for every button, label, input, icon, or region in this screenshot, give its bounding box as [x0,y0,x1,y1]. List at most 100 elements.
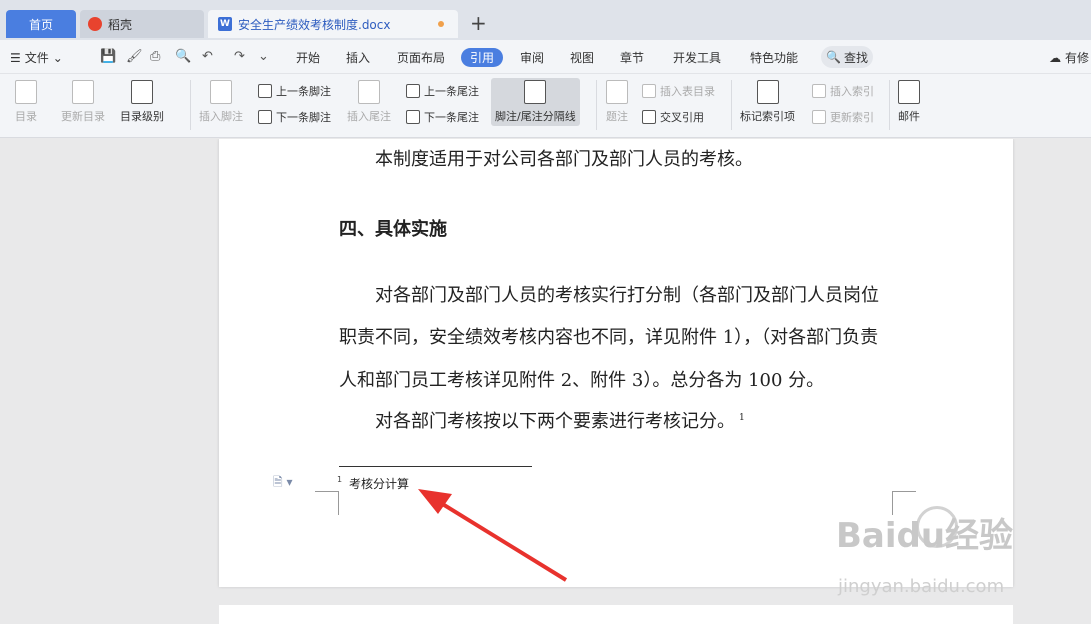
tab-home-label: 首页 [28,17,53,32]
caption-label: 题注 [606,110,628,123]
prev-footnote-button[interactable]: 上一条脚注 [258,83,331,99]
footnote-text[interactable]: 考核分计算 [349,475,409,492]
insert-index-button[interactable]: 插入索引 [812,83,874,99]
insert-endnote-label: 插入尾注 [347,110,391,123]
toc-level-button[interactable]: 目录级别 [120,80,164,124]
cross-reference-icon [642,110,656,124]
unsaved-dot-icon [438,21,444,27]
cross-reference-label: 交叉引用 [660,111,704,124]
insert-figure-toc-icon [642,84,656,98]
update-toc-icon [72,80,94,104]
toc-label: 目录 [15,110,37,123]
prev-endnote-icon [406,84,420,98]
insert-footnote-icon [210,80,232,104]
cloud-status[interactable]: ☁ 有修 [1049,49,1089,66]
section-heading: 四、具体实施 [339,219,447,240]
menu-tab-references[interactable]: 引用 [461,48,504,67]
cloud-label: 有修 [1064,51,1089,65]
tab-home[interactable]: 首页 [6,10,76,38]
chevron-down-icon: ⌄ [52,50,63,65]
insert-index-label: 插入索引 [830,85,874,98]
next-footnote-icon [258,110,272,124]
update-index-button[interactable]: 更新索引 [812,109,874,125]
daoke-logo-icon [88,17,102,31]
ribbon-divider [596,80,597,130]
menu-tab-developer[interactable]: 开发工具 [673,49,721,66]
footnote-separator-label: 脚注/尾注分隔线 [495,110,576,123]
update-toc-label: 更新目录 [61,110,105,123]
menu-tab-insert[interactable]: 插入 [346,49,370,66]
next-endnote-button[interactable]: 下一条尾注 [406,109,479,125]
next-footnote-button[interactable]: 下一条脚注 [258,109,331,125]
insert-footnote-button[interactable]: 插入脚注 [199,80,243,124]
more-chevron-icon[interactable]: ⌄ [258,49,269,64]
tab-daoke-label: 稻壳 [108,17,133,32]
paragraph-scope: 本制度适用于对公司各部门及部门人员的考核。 [375,149,753,170]
prev-endnote-button[interactable]: 上一条尾注 [406,83,479,99]
footnote-doc-icon[interactable]: 🗎 ▾ [273,473,293,494]
prev-endnote-label: 上一条尾注 [424,85,479,98]
menu-tab-layout[interactable]: 页面布局 [397,49,445,66]
footnote-separator-icon [524,80,547,104]
word-doc-icon: W [218,17,232,31]
next-endnote-label: 下一条尾注 [424,111,479,124]
toc-button[interactable]: 目录 [15,80,37,124]
file-menu[interactable]: ☰ 文件 ⌄ [10,49,63,66]
paragraph-line: 对各部门及部门人员的考核实行打分制（各部门及部门人员岗位 [375,285,879,306]
watermark-url: jingyan.baidu.com [838,576,1005,597]
mark-index-icon [756,80,779,104]
file-menu-label: 文件 [24,51,49,65]
toc-level-label: 目录级别 [120,110,164,123]
mark-index-label: 标记索引项 [740,110,795,123]
menu-tab-review[interactable]: 审阅 [520,49,544,66]
footnote-reference[interactable]: 1 [739,413,745,423]
page-corner-mark [315,491,339,515]
hamburger-icon: ☰ [10,50,21,65]
format-painter-icon[interactable]: 🖌 [126,49,143,64]
prev-footnote-label: 上一条脚注 [276,85,331,98]
cross-reference-button[interactable]: 交叉引用 [642,109,704,125]
tab-document[interactable]: W 安全生产绩效考核制度.docx [208,10,458,38]
watermark-text: Baidu经验 [836,516,1014,556]
next-page [219,605,1013,624]
redo-icon[interactable]: ↷ [234,49,245,64]
insert-endnote-icon [358,80,380,104]
next-endnote-icon [406,110,420,124]
footnote-separator-line [339,466,532,467]
cloud-icon: ☁ [1049,51,1062,65]
insert-index-icon [812,84,826,98]
mail-icon [898,80,920,104]
menu-tab-features[interactable]: 特色功能 [750,49,798,66]
tab-daoke[interactable]: 稻壳 [80,10,204,38]
tab-document-label: 安全生产绩效考核制度.docx [238,17,391,32]
ribbon-divider [889,80,890,130]
insert-endnote-button[interactable]: 插入尾注 [347,80,391,124]
mail-button[interactable]: 邮件 [898,80,920,124]
paragraph-line: 职责不同，安全绩效考核内容也不同，详见附件 1），（对各部门负责 [339,327,879,348]
save-icon[interactable]: 💾 [100,49,116,64]
new-tab-button[interactable]: + [470,12,487,34]
toc-icon [15,80,37,104]
update-index-icon [812,110,826,124]
search-button[interactable]: 🔍 查找 [821,46,873,68]
paragraph-text: 对各部门考核按以下两个要素进行考核记分。 [375,411,735,432]
caption-icon [606,80,628,104]
paragraph-line: 人和部门员工考核详见附件 2、附件 3）。总分各为 100 分。 [339,370,825,391]
menu-bar: ☰ 文件 ⌄ 💾 🖌 ⎙ 🔍 ↶ ↷ ⌄ 开始 插入 页面布局 引用 审阅 视图… [0,40,1091,74]
undo-icon[interactable]: ↶ [202,49,213,64]
insert-figure-toc-button[interactable]: 插入表目录 [642,83,715,99]
caption-button[interactable]: 题注 [606,80,628,124]
menu-tab-start[interactable]: 开始 [296,49,320,66]
menu-tab-chapter[interactable]: 章节 [620,49,644,66]
mail-label: 邮件 [898,110,920,123]
menu-tab-view[interactable]: 视图 [570,49,594,66]
print-preview-icon[interactable]: 🔍 [175,49,191,64]
print-icon[interactable]: ⎙ [150,49,160,64]
insert-figure-toc-label: 插入表目录 [660,85,715,98]
footnote-separator-button[interactable]: 脚注/尾注分隔线 [491,78,580,126]
mark-index-button[interactable]: 标记索引项 [740,80,795,124]
update-toc-button[interactable]: 更新目录 [61,80,105,124]
paragraph-line: 对各部门考核按以下两个要素进行考核记分。 1 [339,407,899,433]
search-label: 查找 [843,50,868,65]
update-index-label: 更新索引 [830,111,874,124]
